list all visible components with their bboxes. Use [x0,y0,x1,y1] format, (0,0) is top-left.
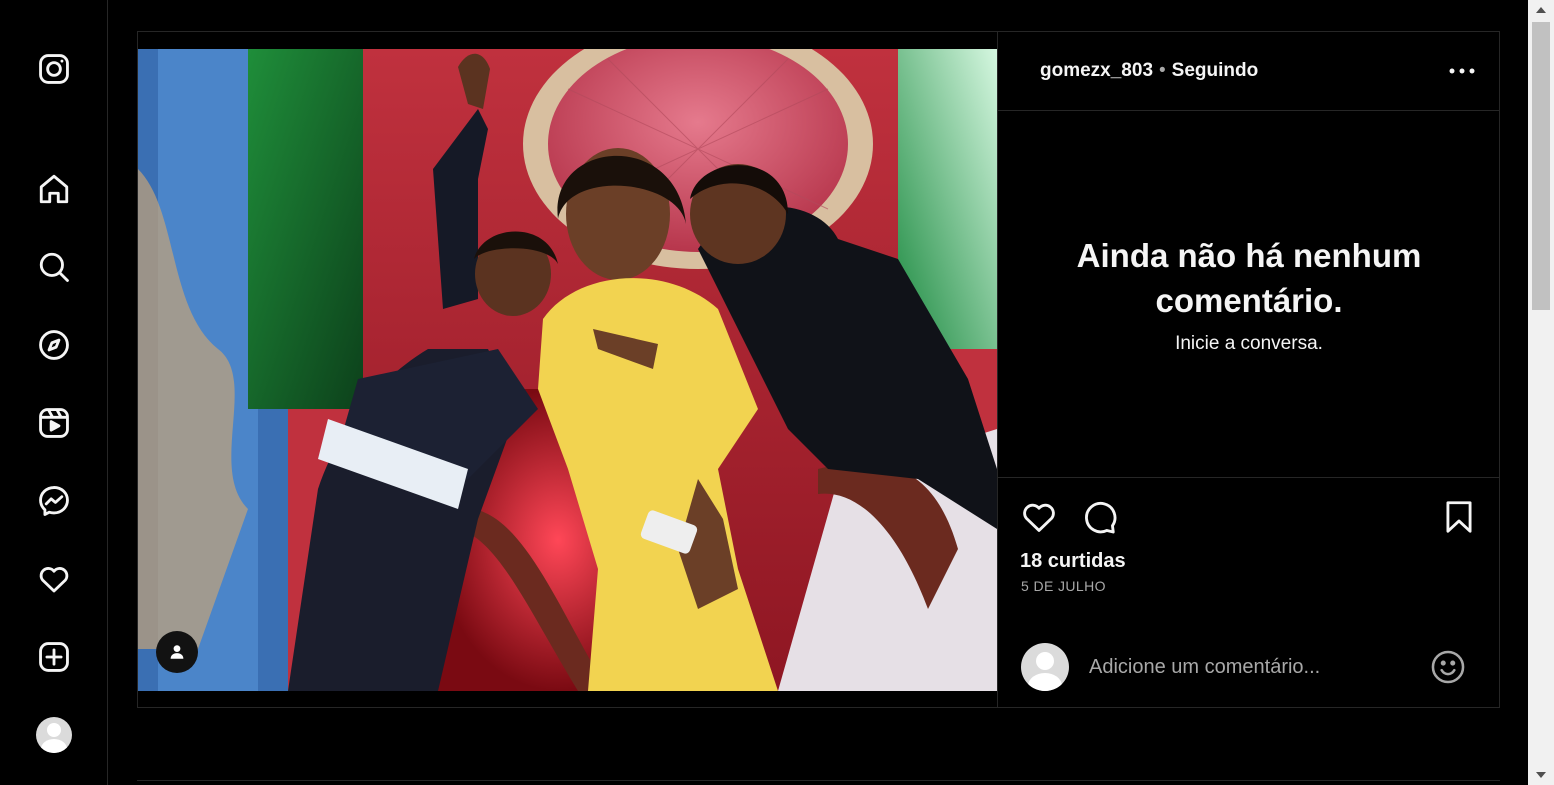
comment-input[interactable] [1089,655,1429,679]
post-date: 5 DE JULHO [1021,578,1106,594]
empty-comments-title: Ainda não há nenhum comentário. [1076,237,1422,319]
empty-comments: Ainda não há nenhum comentário. Inicie a… [998,111,1500,478]
scroll-down-icon[interactable] [1536,772,1546,778]
home-icon[interactable] [36,171,72,207]
messenger-icon[interactable] [36,483,72,519]
post-header: gomezx_803 • Seguindo [998,32,1500,111]
more-horizontal-icon[interactable] [1444,56,1480,86]
avatar [36,717,72,753]
reels-icon[interactable] [36,405,72,441]
empty-comments-subtitle: Inicie a conversa. [1175,333,1323,354]
post-details-panel: gomezx_803 • Seguindo Ainda não há nenhu… [997,32,1500,707]
following-button[interactable]: Seguindo [1172,60,1259,82]
page-scrollbar[interactable] [1528,0,1554,785]
divider [137,780,1500,781]
sidebar-nav [0,0,108,785]
post-actions: 18 curtidas 5 DE JULHO [998,478,1500,594]
scroll-thumb[interactable] [1532,22,1550,310]
photo-illustration [138,49,997,691]
comment-bubble-icon[interactable] [1080,498,1118,536]
separator: • [1159,60,1166,81]
profile-avatar[interactable] [36,717,72,753]
post-username[interactable]: gomezx_803 [1040,60,1153,82]
heart-icon[interactable] [36,561,72,597]
avatar [1021,643,1069,691]
create-icon[interactable] [36,639,72,675]
app-root: gomezx_803 • Seguindo Ainda não há nenhu… [0,0,1554,785]
comment-form [998,637,1501,697]
emoji-icon[interactable] [1429,648,1467,686]
scroll-up-icon[interactable] [1536,7,1546,13]
search-icon[interactable] [36,249,72,285]
instagram-logo-icon[interactable] [36,51,72,87]
post-image[interactable] [138,49,997,691]
post-dialog: gomezx_803 • Seguindo Ainda não há nenhu… [137,31,1500,708]
bookmark-icon[interactable] [1440,498,1478,536]
heart-icon[interactable] [1020,498,1058,536]
user-tag-icon[interactable] [156,631,198,673]
likes-count[interactable]: 18 curtidas [1020,550,1126,573]
explore-icon[interactable] [36,327,72,363]
